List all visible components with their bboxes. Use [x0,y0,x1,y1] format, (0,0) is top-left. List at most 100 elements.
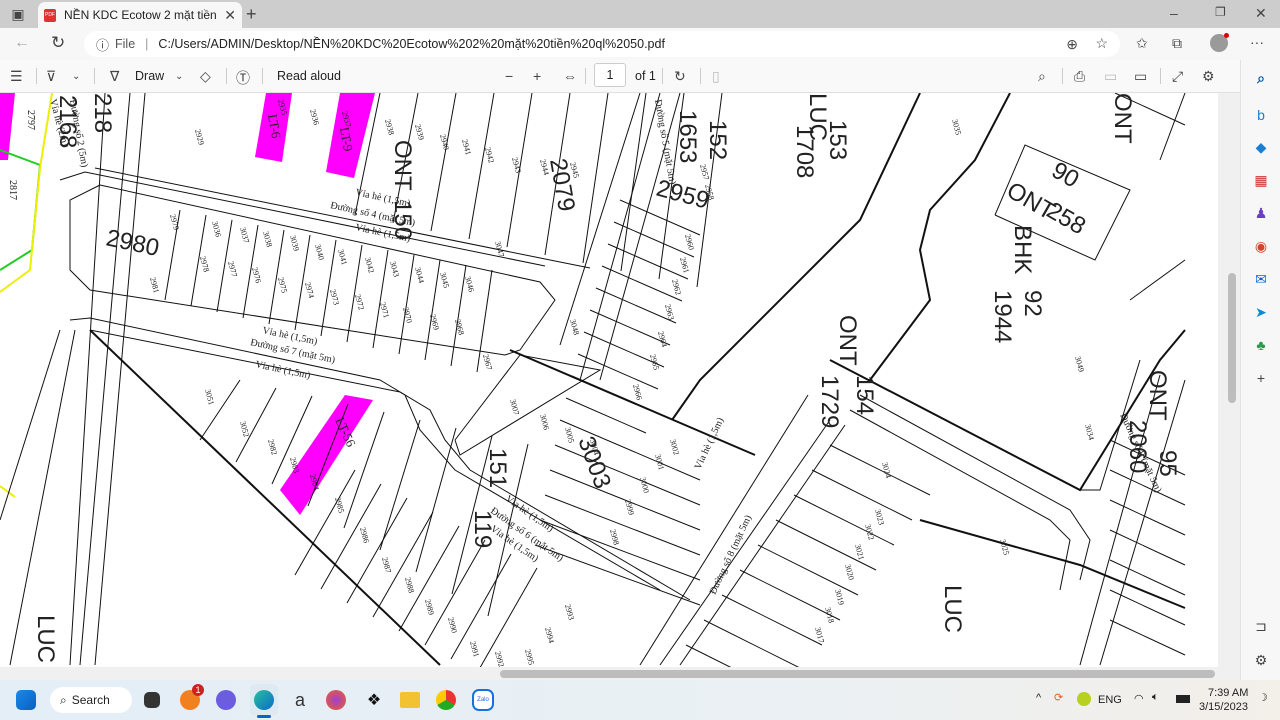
parcel-number: 3006 [538,413,551,431]
parcel-number: 3024 [880,461,893,479]
parcel-number: 3019 [833,588,846,606]
zone-label: 95 [1154,450,1181,477]
horizontal-scrollbar[interactable] [0,667,1240,680]
send-icon[interactable]: ➤ [1251,302,1271,322]
office-icon[interactable]: ◉ [1251,236,1271,256]
teams-chat-icon[interactable] [216,690,236,710]
add-icon[interactable]: + [1251,368,1271,388]
save-as-icon[interactable]: ▭ [1134,68,1147,85]
chrome-icon[interactable] [436,690,456,710]
divider [36,68,37,84]
parcel-number: 2982 [266,438,279,456]
sidebar-toggle-icon[interactable]: ⊐ [1251,616,1271,636]
page-number-input[interactable]: 1 [594,63,626,87]
add-favorite-icon[interactable]: ☆ [1095,35,1108,52]
file-explorer-icon[interactable] [400,692,420,708]
zoom-icon[interactable]: ⊕ [1066,36,1078,53]
parcel-number: 2990 [446,616,459,634]
sync-icon[interactable]: ⟳ [1054,691,1063,704]
collections-icon[interactable]: ⧉ [1172,35,1182,52]
page-view-icon[interactable]: ▯ [712,68,720,85]
print-icon[interactable]: ⎙ [1074,68,1085,85]
wifi-icon[interactable]: ◠ [1134,692,1144,705]
parcel-line [544,494,701,556]
volume-icon[interactable]: 🔈︎ [1152,691,1159,704]
road-edge [859,394,1091,581]
favorites-icon[interactable]: ✩ [1136,35,1148,52]
games-icon[interactable]: ♟ [1251,203,1271,223]
zone-label: 151 [484,448,511,488]
parcel-line [320,483,382,590]
tab-actions-icon[interactable]: ▣ [10,6,26,22]
horizontal-scroll-thumb[interactable] [500,670,1215,678]
minimize-icon[interactable]: – [1170,5,1178,21]
dropbox-icon[interactable]: ❖ [362,688,386,712]
road-edge [849,409,1071,591]
notifications-icon[interactable]: ☽ [1258,691,1268,704]
app-tray-icon[interactable] [1077,692,1091,706]
clock-date[interactable]: 3/15/2023 [1199,701,1248,713]
vertical-scroll-thumb[interactable] [1228,273,1236,403]
parcel-number: 2999 [623,498,636,516]
tree-icon[interactable]: ♣ [1251,335,1271,355]
fit-width-icon[interactable]: ⇔ [563,68,577,84]
draw-button[interactable]: Draw [135,69,164,83]
start-icon[interactable] [16,690,36,710]
back-icon[interactable]: ← [14,34,30,52]
settings-icon[interactable]: ⚙ [1202,68,1215,85]
parcel-line [703,619,800,667]
close-window-icon[interactable]: ✕ [1255,5,1267,22]
firefox-icon[interactable] [326,690,346,710]
parcel-number: 2974 [303,281,316,299]
zone-label: ONT [834,315,861,366]
parcel-line [0,329,61,521]
address-input[interactable]: ⓘ File | C:/Users/ADMIN/Desktop/NỀN%20KD… [84,31,1120,57]
parcel-line [424,259,441,361]
parcel-number: 2941 [460,138,473,156]
parcel-number: 2976 [250,266,263,284]
rotate-icon[interactable]: ↻ [674,68,686,85]
tools-icon[interactable]: ▦ [1251,170,1271,190]
more-icon[interactable]: ··· [1250,34,1264,50]
search-icon[interactable]: ⌕ [1251,68,1271,88]
clock-time[interactable]: 7:39 AM [1208,687,1248,699]
task-view-icon[interactable] [144,692,160,708]
close-tab-icon[interactable]: ✕ [224,7,236,24]
zone-label: 1653 [674,110,701,163]
language-indicator[interactable]: ENG [1098,694,1122,706]
parcel-number: 2817 [7,180,18,200]
search-icon[interactable]: ⌕ [1038,68,1046,85]
refresh-icon[interactable]: ↻ [51,33,65,53]
restore-icon[interactable]: ❐ [1215,5,1226,19]
draw-icon[interactable]: ∇ [110,68,119,85]
parcel-number: 2986 [358,526,371,544]
new-tab-icon[interactable]: + [246,4,257,25]
eraser-icon[interactable]: ◇ [200,68,211,85]
read-aloud-button[interactable]: Read aloud [277,69,341,83]
vertical-scrollbar[interactable] [1218,93,1240,667]
settings-icon[interactable]: ⚙ [1251,650,1271,670]
parcel-number: 3007 [508,398,521,416]
tab-pdf[interactable]: PDF NỀN KDC Ecotow 2 mặt tiền ql 50 ✕ [38,2,242,28]
amazon-icon[interactable]: a [288,688,312,712]
save-icon[interactable]: ▭ [1104,68,1117,85]
parcel-number: 2938 [383,118,396,136]
chevron-down-icon[interactable]: ⌄ [72,71,80,82]
zoom-out-icon[interactable]: − [505,68,513,84]
chevron-down-icon[interactable]: ⌄ [175,71,183,82]
fullscreen-icon[interactable]: ⤢ [1172,68,1183,85]
zalo-icon[interactable]: Zalo [472,689,494,711]
outlook-icon[interactable]: ✉ [1251,269,1271,289]
shopping-icon[interactable]: ◆ [1251,137,1271,157]
parcel-number: 2973 [328,288,341,306]
taskbar-search[interactable]: ⌕ Search [50,687,132,713]
show-hidden-icons[interactable]: ^ [1036,692,1041,704]
text-icon[interactable]: Ⓣ [236,68,250,88]
contents-icon[interactable]: ☰ [10,68,23,85]
highlight-icon[interactable]: ⊽ [46,68,56,85]
zoom-in-icon[interactable]: + [533,68,541,84]
battery-icon[interactable] [1176,695,1190,703]
divider [262,68,263,84]
zone-label: 1708 [791,125,818,178]
bing-icon[interactable]: b [1251,105,1271,125]
